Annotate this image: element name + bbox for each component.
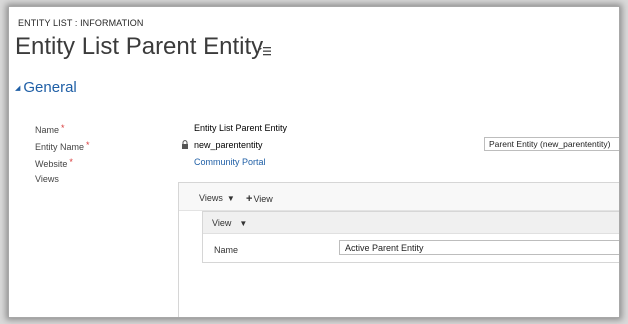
- add-view-button[interactable]: +View: [246, 193, 273, 205]
- views-subgrid: Views ▼ +View View ▼ Name Active Parent En…: [178, 182, 619, 317]
- section-title: General: [23, 79, 77, 96]
- entity-name-value: new_parententity: [194, 140, 263, 150]
- dropdown-arrow-icon: ▼: [239, 219, 248, 228]
- view-record-header: View ▼: [203, 212, 619, 234]
- collapse-triangle-icon[interactable]: ◢: [15, 85, 20, 92]
- views-label: Views: [35, 174, 59, 184]
- form-selector-menu-icon[interactable]: [258, 45, 272, 57]
- name-label: Name *: [35, 123, 65, 135]
- view-record: View ▼ Name Active Parent Entity: [202, 211, 619, 263]
- required-marker: *: [61, 123, 65, 133]
- dropdown-arrow-icon: ▼: [226, 194, 235, 203]
- page-title: Entity List Parent Entity: [15, 33, 264, 60]
- form-window: ENTITY LIST : INFORMATION Entity List Pa…: [8, 6, 620, 318]
- views-dropdown-button[interactable]: Views ▼: [199, 193, 235, 203]
- required-marker: *: [86, 140, 90, 150]
- breadcrumb: ENTITY LIST : INFORMATION: [18, 18, 144, 28]
- subgrid-toolbar: Views ▼ +View: [179, 183, 619, 211]
- section-header-general[interactable]: ◢ General: [15, 79, 77, 96]
- plus-icon: +: [246, 193, 253, 205]
- website-link[interactable]: Community Portal: [194, 157, 266, 167]
- lock-icon: [182, 140, 188, 149]
- website-label: Website *: [35, 157, 73, 169]
- entity-name-label: Entity Name *: [35, 140, 90, 152]
- required-marker: *: [69, 157, 73, 167]
- entity-select[interactable]: Parent Entity (new_parententity): [484, 137, 619, 151]
- name-value[interactable]: Entity List Parent Entity: [194, 123, 287, 133]
- view-dropdown[interactable]: View ▼: [212, 218, 247, 228]
- view-name-input[interactable]: Active Parent Entity: [339, 240, 619, 255]
- view-name-label: Name: [214, 245, 239, 255]
